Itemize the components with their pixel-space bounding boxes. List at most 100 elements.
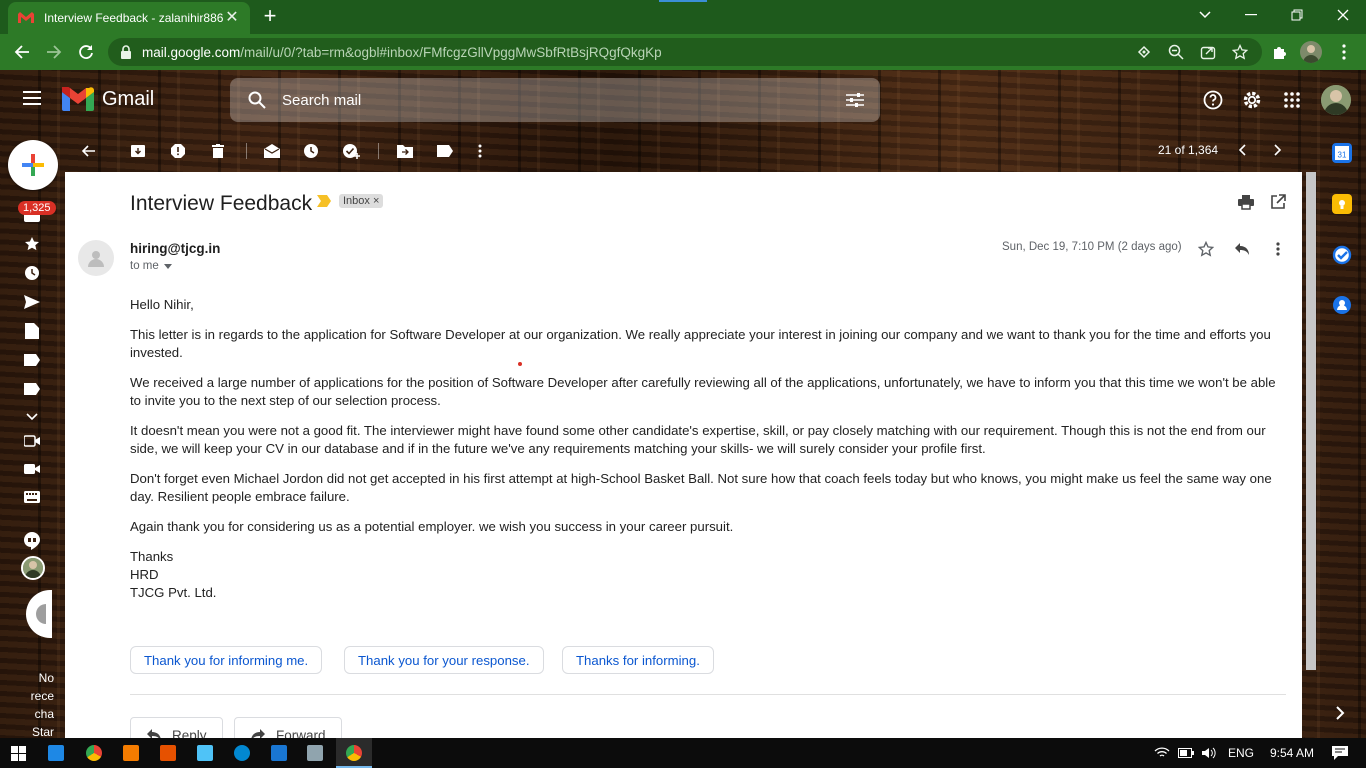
extensions-icon[interactable] (1270, 42, 1290, 62)
tab-search-icon[interactable] (1182, 0, 1228, 30)
store-app-icon[interactable] (48, 745, 64, 761)
cursor-dot (518, 362, 522, 366)
xampp-app-icon[interactable] (123, 745, 139, 761)
delete-trash-icon[interactable] (208, 141, 228, 161)
chrome-menu-icon[interactable] (1334, 42, 1354, 62)
close-tab-icon[interactable]: ✕ (224, 10, 240, 26)
eye-icon[interactable] (1134, 42, 1154, 62)
tab-title: Interview Feedback - zalanihir886 (44, 11, 224, 25)
smart-reply-button[interactable]: Thank you for informing me. (130, 646, 323, 674)
body-paragraph: It doesn't mean you were not a good fit.… (130, 423, 1266, 456)
starred-icon[interactable] (23, 235, 41, 253)
battery-icon[interactable] (1177, 748, 1194, 758)
keyboard-icon[interactable] (23, 488, 41, 506)
zoom-icon[interactable] (1166, 42, 1186, 62)
close-window-icon[interactable] (1320, 0, 1366, 30)
smart-reply-button[interactable]: Thanks for informing. (562, 646, 714, 674)
reply-icon[interactable] (1232, 239, 1252, 259)
help-icon[interactable] (1203, 90, 1223, 110)
chrome-active-icon (346, 745, 362, 761)
snoozed-clock-icon[interactable] (23, 264, 41, 282)
meet-new-icon[interactable] (23, 432, 41, 450)
search-mail-input[interactable]: Search mail (230, 78, 880, 122)
recipient-details[interactable]: to me (130, 260, 172, 272)
meet-video-icon[interactable] (23, 460, 41, 478)
move-to-icon[interactable] (395, 141, 415, 161)
keep-app-icon[interactable] (1332, 194, 1352, 214)
open-new-window-icon[interactable] (1268, 192, 1288, 212)
print-icon[interactable] (1236, 192, 1256, 212)
sender-email[interactable]: hiring@tjcg.in (130, 241, 220, 256)
sent-icon[interactable] (23, 293, 41, 311)
browser-tab[interactable]: Interview Feedback - zalanihir886 ✕ (8, 2, 250, 34)
notifications-icon[interactable] (1332, 746, 1348, 760)
hangouts-icon[interactable] (23, 532, 41, 550)
contacts-app-icon[interactable] (1332, 295, 1352, 315)
reload-icon[interactable] (76, 42, 96, 62)
clock-time[interactable]: 9:54 AM (1270, 746, 1314, 760)
label-icon[interactable] (23, 351, 41, 369)
bookmark-star-icon[interactable] (1230, 42, 1250, 62)
hangouts-user-avatar[interactable] (21, 556, 45, 580)
desktop-app-icon[interactable] (197, 745, 213, 761)
search-icon[interactable] (248, 91, 266, 109)
calendar-app-icon[interactable]: 31 (1332, 143, 1352, 163)
chrome-profile-avatar[interactable] (1300, 41, 1322, 63)
message-scrollbar[interactable] (1306, 172, 1316, 670)
mark-unread-icon[interactable] (262, 141, 282, 161)
importance-marker-icon[interactable] (317, 195, 331, 207)
apps-grid-icon[interactable] (1284, 92, 1300, 108)
drafts-icon[interactable] (23, 322, 41, 340)
wifi-icon[interactable] (1154, 747, 1170, 759)
minimize-icon[interactable] (1228, 0, 1274, 30)
restore-icon[interactable] (1274, 0, 1320, 30)
body-paragraph: We received a large number of applicatio… (130, 375, 1276, 408)
star-icon[interactable] (1196, 239, 1216, 259)
main-menu-icon[interactable] (23, 91, 41, 105)
volume-icon[interactable] (1201, 747, 1216, 759)
tasks-app-icon[interactable] (1332, 245, 1352, 265)
back-to-inbox-icon[interactable] (78, 141, 98, 161)
more-actions-icon[interactable] (1268, 239, 1288, 259)
virtualbox-app-icon[interactable] (307, 745, 323, 761)
sublime-app-icon[interactable] (160, 745, 176, 761)
forward-icon[interactable] (44, 42, 64, 62)
smart-reply-button[interactable]: Thank you for your response. (344, 646, 544, 674)
chrome-taskbar-icon[interactable] (86, 745, 102, 761)
search-options-icon[interactable] (846, 92, 864, 108)
dropdown-arrow-icon[interactable] (163, 263, 172, 269)
skype-app-icon[interactable] (234, 745, 250, 761)
more-options-icon[interactable] (470, 141, 490, 161)
address-bar[interactable]: mail.google.com/mail/u/0/?tab=rm&ogbl#in… (108, 38, 1262, 66)
labels-icon[interactable] (435, 141, 455, 161)
vscode-app-icon[interactable] (271, 745, 287, 761)
snooze-clock-icon[interactable] (301, 141, 321, 161)
account-avatar[interactable] (1321, 85, 1351, 115)
label-icon[interactable] (23, 380, 41, 398)
gmail-logo[interactable]: Gmail (62, 87, 154, 111)
more-chevron-icon[interactable] (23, 408, 41, 426)
sender-avatar[interactable] (78, 240, 114, 276)
forward-label: Forward (276, 727, 326, 739)
language-indicator[interactable]: ENG (1228, 746, 1254, 760)
expand-side-panel-icon[interactable] (1334, 705, 1346, 721)
forward-button[interactable]: Forward (234, 717, 342, 738)
compose-button[interactable] (8, 140, 58, 190)
windows-start-icon[interactable] (11, 746, 26, 761)
chrome-active-taskbar-button[interactable] (336, 738, 372, 768)
older-chevron-icon[interactable] (1268, 140, 1288, 160)
reply-button[interactable]: Reply (130, 717, 223, 738)
report-spam-icon[interactable] (168, 141, 188, 161)
newer-chevron-icon[interactable] (1232, 140, 1252, 160)
remove-label-icon[interactable]: × (373, 195, 379, 207)
add-to-tasks-icon[interactable] (341, 141, 361, 161)
tab-indicator (659, 0, 707, 2)
settings-gear-icon[interactable] (1242, 90, 1262, 110)
left-partial-line: No (38, 671, 54, 685)
archive-icon[interactable] (128, 141, 148, 161)
toolbar-divider (378, 143, 379, 159)
share-icon[interactable] (1198, 42, 1218, 62)
back-icon[interactable] (12, 42, 32, 62)
inbox-label-chip[interactable]: Inbox × (339, 194, 384, 208)
new-tab-button[interactable]: + (259, 5, 281, 28)
